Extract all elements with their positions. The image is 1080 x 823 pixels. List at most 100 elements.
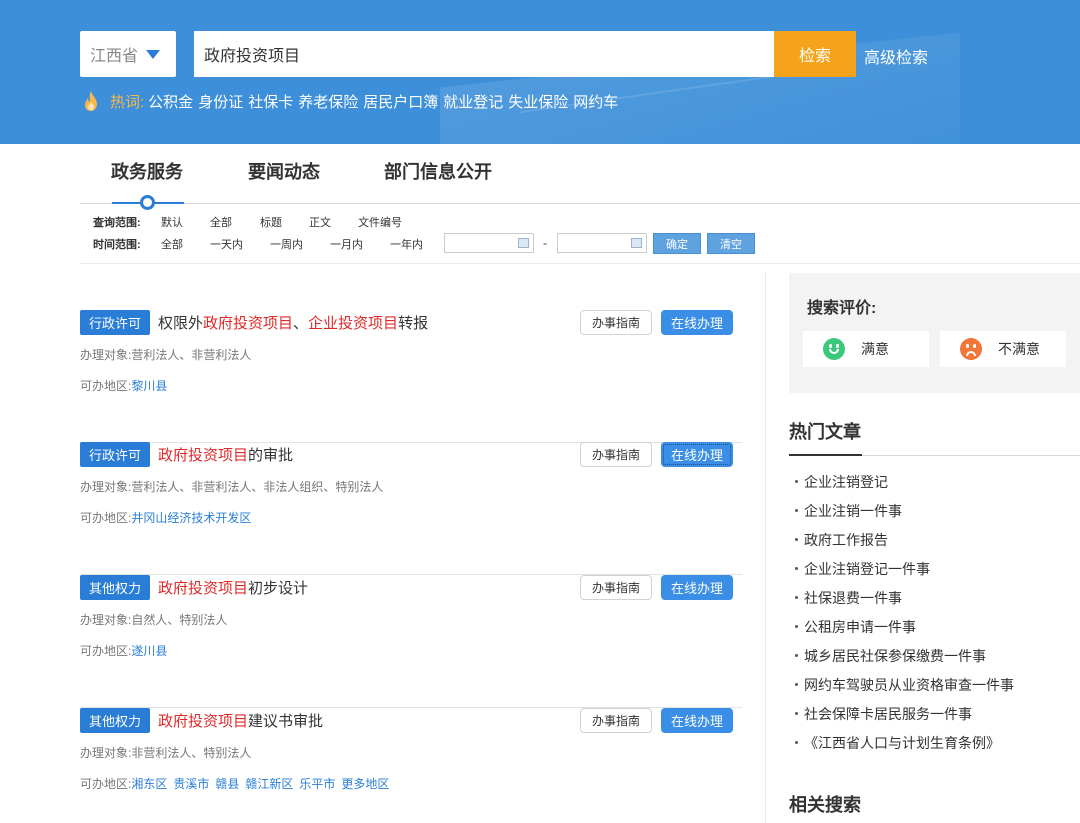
- calendar-icon[interactable]: [631, 238, 642, 248]
- area-link[interactable]: 黎川县: [131, 379, 167, 393]
- rating-title: 搜索评价:: [807, 300, 877, 317]
- time-option[interactable]: 一月内: [330, 236, 363, 252]
- article-link[interactable]: 社保退费一件事: [804, 590, 902, 606]
- hot-word-link[interactable]: 公积金: [148, 91, 193, 112]
- target-value: 非营利法人、特别法人: [131, 746, 252, 760]
- hot-word-link[interactable]: 养老保险: [298, 91, 358, 112]
- unsatisfied-label: 不满意: [998, 341, 1040, 357]
- title-segment: 权限外: [158, 315, 204, 332]
- tab-department-info[interactable]: 部门信息公开: [384, 158, 492, 184]
- unsatisfied-button[interactable]: 不满意: [940, 331, 1066, 367]
- article-link[interactable]: 企业注销登记: [804, 474, 888, 490]
- end-date-input[interactable]: [557, 233, 647, 253]
- online-apply-button[interactable]: 在线办理: [661, 708, 733, 733]
- confirm-button[interactable]: 确定: [653, 233, 701, 254]
- tab-news[interactable]: 要闻动态: [248, 158, 320, 184]
- hot-word-link[interactable]: 社保卡: [248, 91, 293, 112]
- scope-option[interactable]: 文件编号: [358, 214, 402, 230]
- area-link[interactable]: 赣江新区: [245, 777, 293, 791]
- list-item[interactable]: 社保退费一件事: [795, 588, 1014, 617]
- result-title[interactable]: 政府投资项目的审批: [158, 444, 293, 465]
- smile-icon: [823, 338, 845, 360]
- scope-option[interactable]: 标题: [260, 214, 282, 230]
- list-item[interactable]: 网约车驾驶员从业资格审查一件事: [795, 675, 1014, 704]
- area-link[interactable]: 乐平市: [299, 777, 335, 791]
- scope-label: 查询范围:: [93, 217, 141, 229]
- target-line: 办理对象:自然人、特别法人: [80, 611, 227, 628]
- tab-divider: [80, 203, 1080, 204]
- area-label: 可办地区:: [80, 511, 132, 525]
- area-link[interactable]: 赣县: [215, 777, 239, 791]
- article-link[interactable]: 企业注销一件事: [804, 503, 902, 519]
- calendar-icon[interactable]: [518, 238, 529, 248]
- scope-option[interactable]: 默认: [161, 214, 183, 230]
- satisfied-button[interactable]: 满意: [803, 331, 929, 367]
- list-item[interactable]: 《江西省人口与计划生育条例》: [795, 733, 1014, 762]
- time-option[interactable]: 一天内: [210, 236, 243, 252]
- guide-button[interactable]: 办事指南: [580, 442, 652, 467]
- start-date-input[interactable]: [444, 233, 534, 253]
- hot-word-link[interactable]: 身份证: [198, 91, 243, 112]
- result-item: 其他权力 政府投资项目建议书审批 办事指南 在线办理 办理对象:非营利法人、特别…: [80, 708, 742, 823]
- title-segment: 、: [293, 315, 309, 332]
- article-link[interactable]: 公租房申请一件事: [804, 619, 916, 635]
- time-option[interactable]: 全部: [161, 236, 183, 252]
- more-areas-link[interactable]: 更多地区: [341, 777, 389, 791]
- hot-articles-list: 企业注销登记 企业注销一件事 政府工作报告 企业注销登记一件事 社保退费一件事 …: [795, 472, 1014, 762]
- area-line: 可办地区:遂川县: [80, 642, 173, 659]
- online-apply-button[interactable]: 在线办理: [661, 575, 733, 600]
- area-link[interactable]: 贵溪市: [173, 777, 209, 791]
- result-title[interactable]: 政府投资项目建议书审批: [158, 710, 323, 731]
- hot-word-link[interactable]: 网约车: [573, 91, 618, 112]
- target-label: 办理对象:: [80, 613, 132, 627]
- hot-words-label: 热词:: [110, 93, 145, 111]
- hot-words-bar: 热词: 公积金 身份证 社保卡 养老保险 居民户口簿 就业登记 失业保险 网约车: [82, 90, 623, 112]
- clear-button[interactable]: 清空: [707, 233, 755, 254]
- time-option[interactable]: 一年内: [390, 236, 423, 252]
- list-item[interactable]: 企业注销一件事: [795, 501, 1014, 530]
- online-apply-button[interactable]: 在线办理: [661, 442, 733, 467]
- search-input[interactable]: [194, 31, 774, 77]
- article-link[interactable]: 网约车驾驶员从业资格审查一件事: [804, 677, 1014, 693]
- result-item: 行政许可 权限外政府投资项目、企业投资项目转报 办事指南 在线办理 办理对象:营…: [80, 310, 742, 443]
- target-value: 营利法人、非营利法人、非法人组织、特别法人: [131, 480, 384, 494]
- region-select[interactable]: 江西省: [80, 31, 176, 77]
- list-item[interactable]: 城乡居民社保参保缴费一件事: [795, 646, 1014, 675]
- article-link[interactable]: 社会保障卡居民服务一件事: [804, 706, 972, 722]
- list-item[interactable]: 政府工作报告: [795, 530, 1014, 559]
- list-item[interactable]: 企业注销登记一件事: [795, 559, 1014, 588]
- list-item[interactable]: 企业注销登记: [795, 472, 1014, 501]
- related-search-title: 相关搜索: [789, 795, 861, 815]
- list-item[interactable]: 社会保障卡居民服务一件事: [795, 704, 1014, 733]
- scope-option[interactable]: 正文: [309, 214, 331, 230]
- scope-option[interactable]: 全部: [210, 214, 232, 230]
- section-underline: [789, 454, 862, 456]
- result-title[interactable]: 权限外政府投资项目、企业投资项目转报: [158, 312, 428, 333]
- area-link[interactable]: 湘东区: [131, 777, 167, 791]
- target-line: 办理对象:营利法人、非营利法人、非法人组织、特别法人: [80, 478, 383, 495]
- list-item[interactable]: 公租房申请一件事: [795, 617, 1014, 646]
- area-link[interactable]: 井冈山经济技术开发区: [131, 511, 251, 525]
- search-button[interactable]: 检索: [774, 31, 856, 77]
- result-title[interactable]: 政府投资项目初步设计: [158, 577, 308, 598]
- target-line: 办理对象:营利法人、非营利法人: [80, 346, 251, 363]
- hot-word-link[interactable]: 居民户口簿: [363, 91, 438, 112]
- area-label: 可办地区:: [80, 379, 132, 393]
- article-link[interactable]: 企业注销登记一件事: [804, 561, 930, 577]
- article-link[interactable]: 《江西省人口与计划生育条例》: [804, 735, 1000, 751]
- hot-word-link[interactable]: 失业保险: [508, 91, 568, 112]
- guide-button[interactable]: 办事指南: [580, 310, 652, 335]
- advanced-search-link[interactable]: 高级检索: [864, 44, 928, 68]
- area-label: 可办地区:: [80, 644, 132, 658]
- filter-divider: [80, 263, 1080, 264]
- guide-button[interactable]: 办事指南: [580, 708, 652, 733]
- time-option[interactable]: 一周内: [270, 236, 303, 252]
- hot-word-link[interactable]: 就业登记: [443, 91, 503, 112]
- search-rating-panel: 搜索评价: 满意 不满意: [789, 273, 1080, 393]
- area-link[interactable]: 遂川县: [131, 644, 167, 658]
- article-link[interactable]: 政府工作报告: [804, 532, 888, 548]
- online-apply-button[interactable]: 在线办理: [661, 310, 733, 335]
- tab-government-services[interactable]: 政务服务: [111, 158, 183, 184]
- guide-button[interactable]: 办事指南: [580, 575, 652, 600]
- article-link[interactable]: 城乡居民社保参保缴费一件事: [804, 648, 986, 664]
